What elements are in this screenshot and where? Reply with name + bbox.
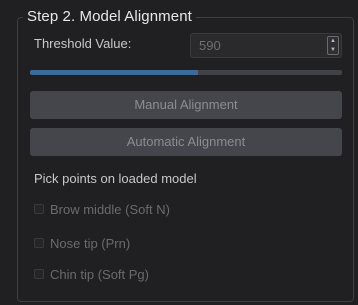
pick-points-instruction: Pick points on loaded model	[34, 171, 197, 186]
progress-fill	[30, 70, 199, 75]
checkbox-nose-tip[interactable]: Nose tip (Prn)	[34, 235, 131, 251]
checkbox-box[interactable]	[34, 204, 44, 214]
chevron-up-icon[interactable]: ▲	[328, 37, 338, 45]
spin-buttons[interactable]: ▲ ▼	[327, 36, 339, 55]
checkbox-box[interactable]	[34, 238, 44, 248]
checkbox-label: Brow middle (Soft N)	[50, 201, 170, 217]
manual-alignment-button[interactable]: Manual Alignment	[30, 91, 342, 119]
checkbox-chin-tip[interactable]: Chin tip (Soft Pg)	[34, 266, 149, 282]
automatic-alignment-button[interactable]: Automatic Alignment	[30, 128, 342, 156]
group-title: Step 2. Model Alignment	[23, 8, 196, 25]
threshold-spinbox[interactable]: 590 ▲ ▼	[190, 33, 342, 58]
checkbox-label: Chin tip (Soft Pg)	[50, 266, 149, 282]
model-alignment-panel: Step 2. Model Alignment Threshold Value:…	[0, 0, 358, 305]
checkbox-box[interactable]	[34, 269, 44, 279]
checkbox-label: Nose tip (Prn)	[50, 235, 131, 251]
model-alignment-groupbox	[17, 17, 354, 302]
checkbox-brow-middle[interactable]: Brow middle (Soft N)	[34, 201, 170, 217]
chevron-down-icon[interactable]: ▼	[328, 46, 338, 54]
threshold-progress-bar	[30, 70, 342, 75]
threshold-label: Threshold Value:	[34, 36, 132, 51]
threshold-value[interactable]: 590	[199, 38, 221, 53]
